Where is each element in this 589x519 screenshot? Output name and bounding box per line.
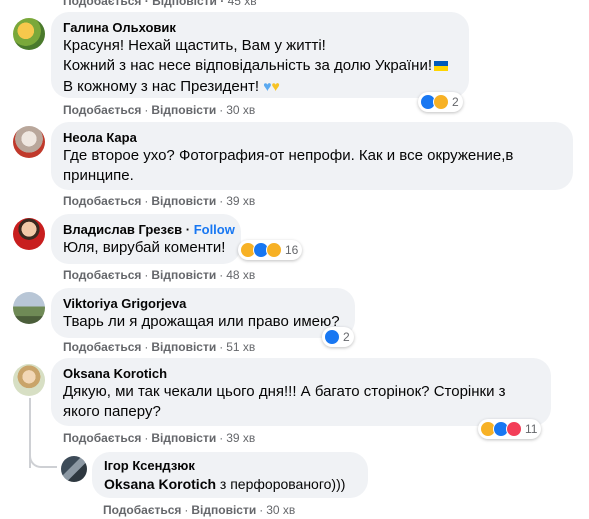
follow-button[interactable]: Follow: [194, 222, 235, 237]
comment-actions: Подобається · Відповісти · 51 хв: [63, 340, 256, 354]
comment-bubble: Галина Ольховик Красуня! Нехай щастить, …: [51, 12, 469, 98]
blue-heart-icon: ♥: [263, 78, 272, 94]
comment-line: Красуня! Нехай щастить, Вам у житті!: [63, 37, 326, 54]
reactions-count: 2: [452, 95, 459, 109]
reactions-badge[interactable]: 2: [322, 327, 354, 347]
like-link[interactable]: Подобається: [63, 194, 141, 208]
comment-author[interactable]: Viktoriya Grigorjeva: [63, 296, 343, 312]
like-link[interactable]: Подобається: [63, 431, 141, 445]
comment-author[interactable]: Неола Кара: [63, 130, 561, 146]
comment-bubble: Oksana Korotich Дякую, ми так чекали цьо…: [51, 358, 551, 426]
author-name[interactable]: Владислав Грезєв: [63, 222, 182, 237]
avatar[interactable]: [61, 456, 87, 482]
reactions-badge[interactable]: 11: [478, 419, 542, 439]
like-link[interactable]: Подобається: [63, 103, 141, 117]
yellow-heart-icon: ♥: [271, 78, 280, 94]
timestamp[interactable]: 30 хв: [266, 503, 295, 517]
hug-reaction-icon: [266, 242, 282, 258]
comment-text: Oksana Korotich з перфорованого))): [104, 474, 356, 494]
comment-line: принципе.: [63, 167, 134, 184]
avatar[interactable]: [13, 364, 45, 396]
timestamp[interactable]: 39 хв: [226, 431, 255, 445]
reactions-count: 16: [285, 243, 299, 257]
ukraine-flag-icon: [434, 61, 449, 71]
reactions-count: 11: [525, 422, 538, 436]
reply-link[interactable]: Відповісти: [152, 0, 217, 8]
love-reaction-icon: [506, 421, 522, 437]
comment-text: Красуня! Нехай щастить, Вам у житті! Кож…: [63, 36, 457, 97]
like-link[interactable]: Подобається: [63, 268, 141, 282]
comment-bubble: Владислав Грезєв · Follow Юля, вирубай к…: [51, 214, 241, 264]
avatar[interactable]: [13, 126, 45, 158]
timestamp[interactable]: 45 хв: [228, 0, 257, 8]
comment-author[interactable]: Oksana Korotich: [63, 366, 539, 382]
comment-bubble: Ігор Ксендзюк Oksana Korotich з перфоров…: [92, 452, 368, 498]
timestamp[interactable]: 30 хв: [226, 103, 255, 117]
reactions-count: 2: [343, 330, 350, 344]
comment-line: Кожний з нас несе відповідальність за до…: [63, 56, 457, 76]
haha-reaction-icon: [433, 94, 449, 110]
like-link[interactable]: Подобається: [103, 503, 181, 517]
comment-actions: Подобається · Відповісти · 48 хв: [63, 268, 256, 282]
comment-author: Владислав Грезєв · Follow: [63, 222, 235, 237]
reply-link[interactable]: Відповісти: [151, 103, 216, 117]
comment-author[interactable]: Ігор Ксендзюк: [104, 458, 356, 474]
reactions-badge[interactable]: 2: [418, 92, 463, 112]
reply-link[interactable]: Відповісти: [151, 431, 216, 445]
timestamp[interactable]: 48 хв: [226, 268, 255, 282]
comment-line: В кожному з нас Президент! ♥♥: [63, 78, 280, 95]
mention-link[interactable]: Oksana Korotich: [104, 476, 216, 492]
reply-connector: [29, 450, 57, 468]
like-reaction-icon: [324, 329, 340, 345]
comment-actions: Подобається · Відповісти · 30 хв: [63, 103, 256, 117]
reply-text: з перфорованого))): [216, 476, 346, 492]
reactions-badge[interactable]: 16: [238, 240, 303, 260]
reply-link[interactable]: Відповісти: [151, 340, 216, 354]
previous-comment-actions: Подобається · Відповісти · 45 хв: [63, 0, 257, 8]
reply-link[interactable]: Відповісти: [191, 503, 256, 517]
comment-author[interactable]: Галина Ольховик: [63, 20, 457, 36]
like-link[interactable]: Подобається: [63, 340, 141, 354]
comment-line: Дякую, ми так чекали цього дня!!! А бага…: [63, 383, 506, 400]
timestamp[interactable]: 51 хв: [226, 340, 255, 354]
comment-bubble: Viktoriya Grigorjeva Тварь ли я дрожащая…: [51, 288, 355, 338]
comment-line: якого паперу?: [63, 403, 161, 420]
comment-actions: Подобається · Відповісти · 39 хв: [63, 194, 256, 208]
reply-link[interactable]: Відповісти: [151, 194, 216, 208]
like-link[interactable]: Подобається: [63, 0, 141, 8]
avatar[interactable]: [13, 18, 45, 50]
comment-text: Где второе ухо? Фотография-от непрофи. К…: [63, 146, 561, 186]
avatar[interactable]: [13, 218, 45, 250]
comment-actions: Подобається · Відповісти · 30 хв: [103, 503, 296, 517]
comment-text: Дякую, ми так чекали цього дня!!! А бага…: [63, 382, 539, 422]
comment-actions: Подобається · Відповісти · 39 хв: [63, 431, 256, 445]
comment-text: Юля, вирубай коменти!: [63, 239, 226, 256]
avatar[interactable]: [13, 292, 45, 324]
comment-bubble: Неола Кара Где второе ухо? Фотография-от…: [51, 122, 573, 190]
timestamp[interactable]: 39 хв: [226, 194, 255, 208]
comment-text: Тварь ли я дрожащая или право имею?: [63, 313, 340, 330]
comment-line: Где второе ухо? Фотография-от непрофи. К…: [63, 147, 514, 164]
reply-link[interactable]: Відповісти: [151, 268, 216, 282]
